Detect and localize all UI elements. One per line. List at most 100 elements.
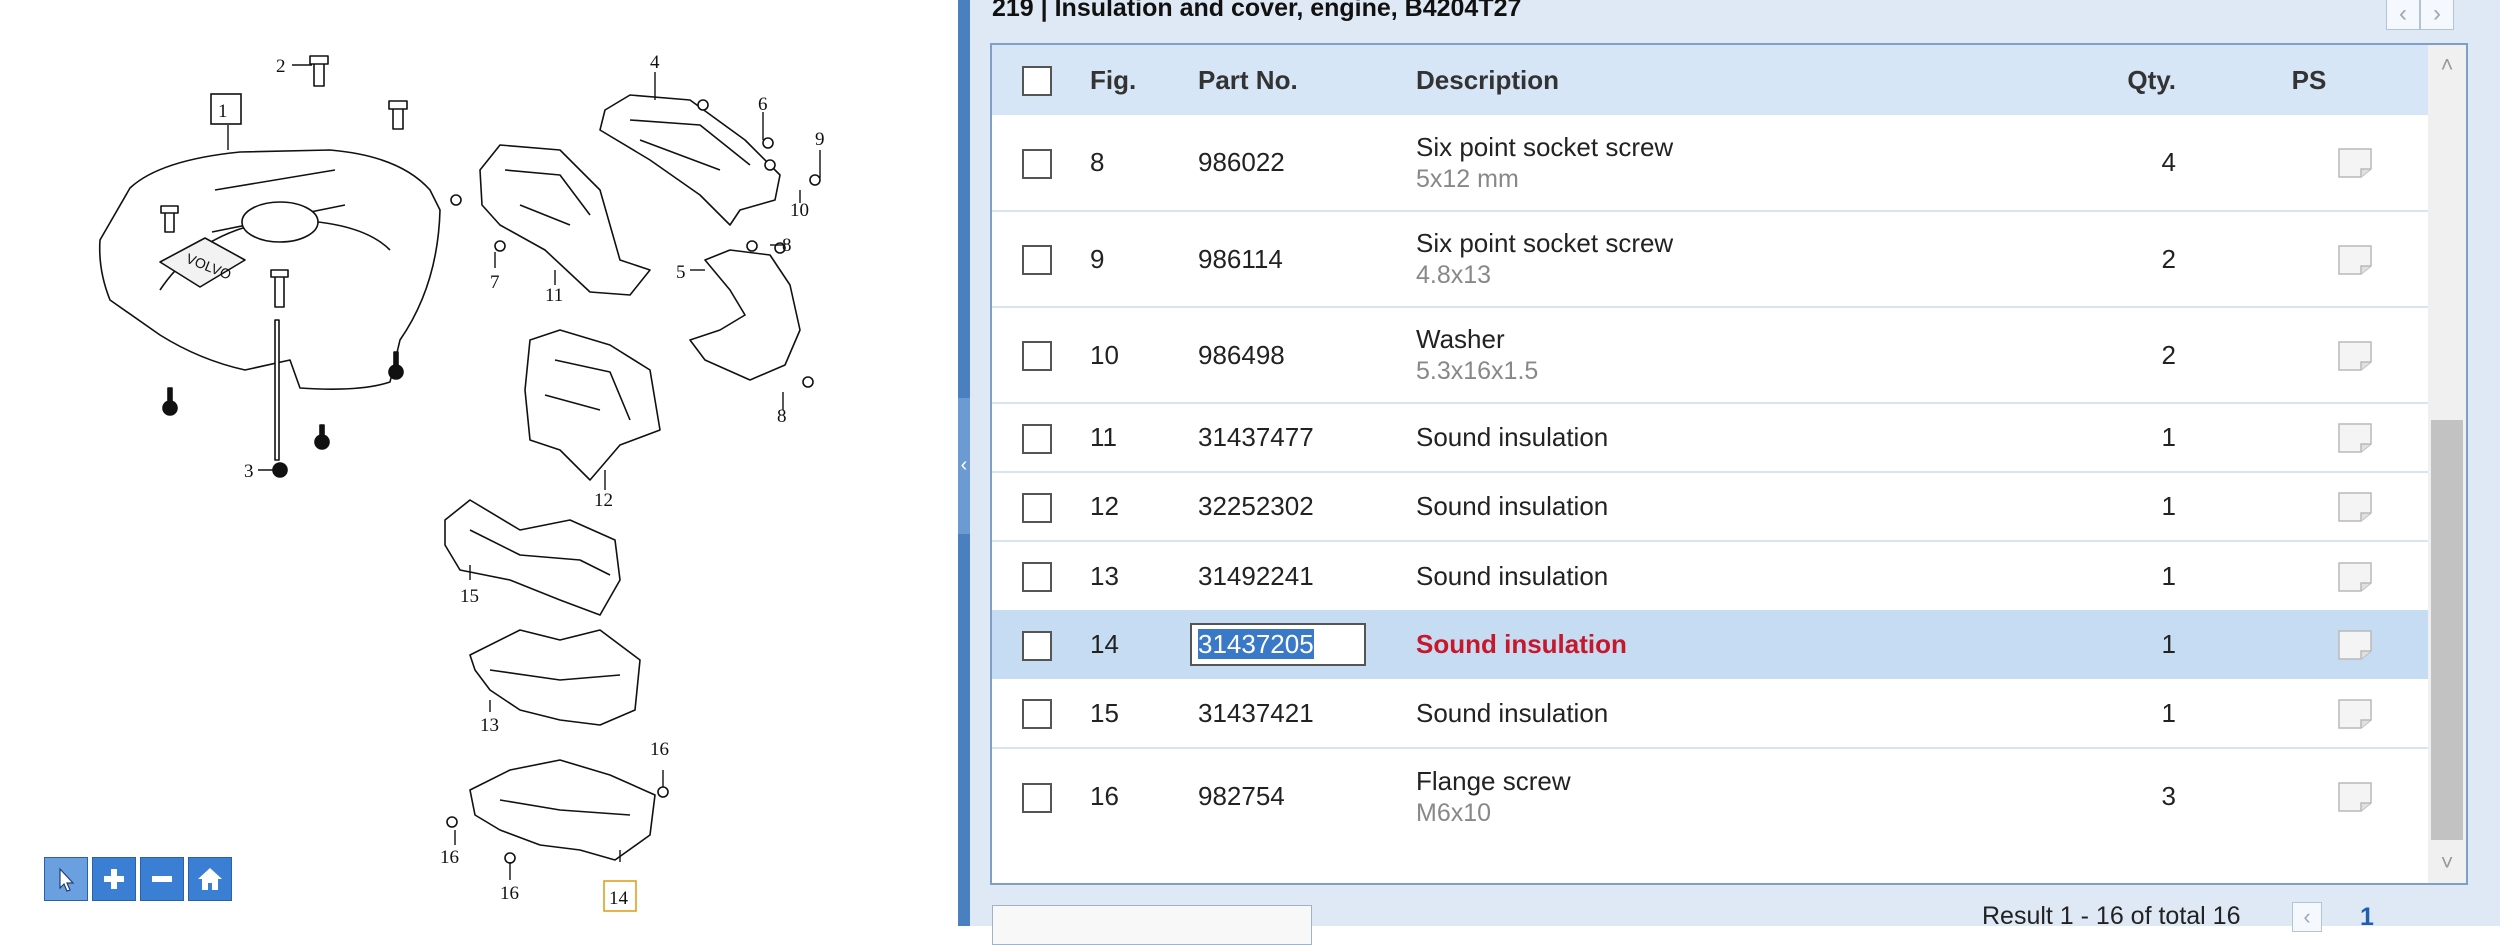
callout-2: 2 (276, 56, 286, 77)
cell-qty: 1 (2056, 540, 2204, 610)
insulation-11-drawing (479, 144, 651, 296)
row-checkbox[interactable] (1022, 341, 1052, 372)
home-icon (198, 868, 222, 890)
home-view-button[interactable] (188, 857, 232, 901)
scrollbar-thumb[interactable] (2431, 420, 2463, 840)
desc-main: Washer (1416, 324, 1505, 354)
diagram-toolbar (44, 857, 232, 901)
select-all-checkbox[interactable] (1022, 66, 1052, 97)
pointer-tool-button[interactable] (44, 857, 88, 901)
scroll-down-chevron-icon[interactable]: ˅ (2428, 843, 2466, 883)
cell-part-no[interactable]: 986498 (1190, 306, 1408, 403)
desc-spec: 4.8x13 (1416, 261, 1492, 289)
desc-spec: 5.3x16x1.5 (1416, 357, 1539, 385)
note-icon[interactable] (2337, 629, 2373, 661)
cell-fig: 12 (1082, 471, 1190, 541)
chevron-left-icon[interactable]: ‹ (2386, 0, 2420, 30)
table-row[interactable]: 16 982754 Flange screw M6x10 3 (992, 747, 2466, 844)
cell-part-no[interactable]: 31437477 (1190, 402, 1408, 472)
cell-fig: 8 (1090, 147, 1105, 177)
cell-fig: 13 (1082, 540, 1190, 610)
table-row[interactable]: 11 31437477 Sound insulation 1 (992, 402, 2466, 472)
cursor-icon (59, 867, 75, 892)
table-row[interactable]: 9 986114 Six point socket screw 4.8x13 2 (992, 210, 2466, 307)
footer-action-button[interactable] (992, 905, 1312, 945)
note-icon[interactable] (2337, 561, 2373, 593)
zoom-out-button[interactable] (140, 857, 184, 901)
note-icon[interactable] (2337, 491, 2373, 523)
result-count: Result 1 - 16 of total 16 (1982, 902, 2241, 930)
note-icon[interactable] (2337, 422, 2373, 454)
cell-description: Sound insulation (1416, 629, 1627, 659)
table-row[interactable]: 15 31437421 Sound insulation 1 (992, 679, 2466, 748)
part-no-selected-field[interactable]: 31437205 (1190, 623, 1366, 666)
callout-7: 7 (490, 272, 500, 293)
callout-8a: 8 (782, 235, 792, 256)
row-checkbox[interactable] (1022, 630, 1052, 661)
cell-part-no[interactable]: 986114 (1190, 210, 1408, 307)
table-row[interactable]: 13 31492241 Sound insulation 1 (992, 540, 2466, 610)
minus-icon (152, 876, 172, 882)
note-icon[interactable] (2337, 340, 2373, 372)
table-scrollbar[interactable]: ˄ ˅ (2428, 45, 2466, 883)
callout-5: 5 (676, 262, 686, 283)
chevron-right-icon[interactable]: › (2420, 0, 2454, 30)
pager-prev-chevron-icon[interactable]: ‹ (2292, 902, 2322, 932)
note-icon[interactable] (2337, 147, 2373, 179)
table-row-selected[interactable]: 14 31437205 Sound insulation 1 (992, 610, 2466, 679)
table-row[interactable]: 10 986498 Washer 5.3x16x1.5 2 (992, 306, 2466, 403)
cell-part-no[interactable]: 32252302 (1190, 471, 1408, 541)
pager-current-page[interactable]: 1 (2360, 903, 2374, 932)
callout-16b: 16 (440, 847, 459, 868)
cell-fig: 16 (1082, 747, 1190, 844)
zoom-in-button[interactable] (92, 857, 136, 901)
row-checkbox[interactable] (1022, 699, 1052, 730)
header-part-no[interactable]: Part No. (1190, 45, 1408, 115)
cell-part-no[interactable]: 986022 (1190, 115, 1408, 211)
row-checkbox[interactable] (1022, 423, 1052, 454)
desc-spec: M6x10 (1416, 798, 1492, 827)
callout-16c: 16 (500, 883, 519, 904)
desc-main: Flange screw (1416, 765, 1571, 796)
row-checkbox[interactable] (1022, 148, 1052, 179)
note-icon[interactable] (2337, 244, 2373, 276)
collapse-chevron-left-icon[interactable]: ‹ (958, 450, 970, 480)
note-icon[interactable] (2337, 698, 2373, 730)
cell-description: Six point socket screw 5x12 mm (1408, 115, 2056, 211)
parts-list-panel: 219 | Insulation and cover, engine, B420… (970, 0, 2500, 945)
row-checkbox[interactable] (1022, 245, 1052, 276)
cell-description: Flange screw M6x10 (1408, 747, 2056, 844)
row-checkbox[interactable] (1022, 782, 1052, 813)
cell-description: Six point socket screw 4.8x13 (1408, 210, 2056, 307)
table-row[interactable]: 12 32252302 Sound insulation 1 (992, 471, 2466, 541)
note-icon[interactable] (2337, 781, 2373, 813)
insulation-5-drawing (689, 249, 801, 381)
table-row[interactable]: 8 986022 Six point socket screw 5x12 mm 4 (992, 115, 2466, 211)
header-fig[interactable]: Fig. (1082, 45, 1190, 115)
plus-icon (104, 869, 124, 889)
cell-part-no[interactable]: 31437205 (1190, 610, 1408, 679)
desc-main: Six point socket screw (1416, 131, 1674, 162)
scroll-up-chevron-icon[interactable]: ˄ (2428, 45, 2466, 85)
header-qty[interactable]: Qty. (2056, 45, 2204, 115)
row-checkbox[interactable] (1022, 492, 1052, 523)
cell-description: Sound insulation (1408, 402, 2056, 472)
callout-14: 14 (609, 888, 629, 909)
callout-15: 15 (460, 586, 479, 607)
section-nav: ‹ › (2386, 0, 2454, 30)
desc-spec: 5x12 mm (1416, 164, 1519, 193)
callout-13: 13 (480, 715, 499, 736)
header-description[interactable]: Description (1408, 45, 2056, 115)
exploded-diagram-pane[interactable]: VOLVO 1 2 3 4 5 6 7 8 8 9 10 11 12 13 14… (0, 0, 958, 926)
cell-part-no[interactable]: 31492241 (1190, 540, 1408, 610)
cell-qty: 1 (2161, 697, 2176, 728)
callout-4: 4 (650, 52, 660, 73)
cell-part-no[interactable]: 31437421 (1190, 679, 1408, 748)
exploded-parts-diagram[interactable]: VOLVO 1 2 3 4 5 6 7 8 8 9 10 11 12 13 14… (0, 0, 958, 926)
cell-part-no[interactable]: 982754 (1190, 747, 1408, 844)
callout-12: 12 (594, 490, 613, 511)
table-header-row: Fig. Part No. Description Qty. PS (992, 45, 2466, 115)
row-checkbox[interactable] (1022, 562, 1052, 593)
part-no-selected-text: 31437205 (1198, 629, 1314, 659)
cell-qty: 3 (2056, 747, 2204, 844)
